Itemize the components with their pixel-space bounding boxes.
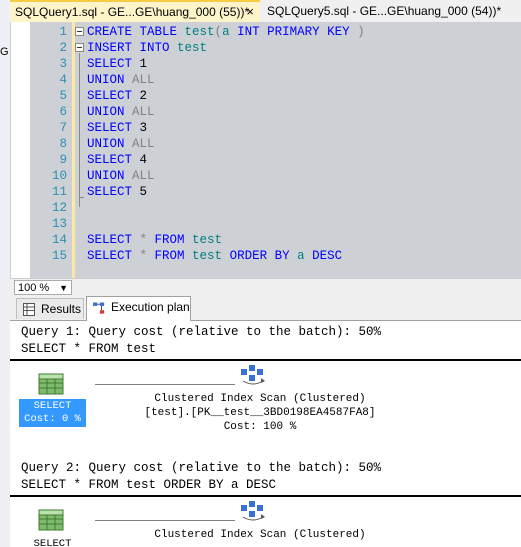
scan-title: Clustered Index Scan (Clustered) xyxy=(154,393,366,405)
code-line[interactable]: 7 SELECT 3 xyxy=(30,120,521,136)
select-node-cost: Cost: 0 % xyxy=(24,413,81,425)
code-text: SELECT * FROM test xyxy=(87,233,223,247)
select-node-label-2: SELECT xyxy=(33,538,72,547)
tab-results-label: Results xyxy=(41,302,82,316)
code-text: SELECT 1 xyxy=(87,57,148,71)
scan-object: [test].[PK__test__3BD0198EA4587FA8] xyxy=(144,407,376,419)
select-operator-icon[interactable] xyxy=(38,373,64,395)
fold-guide xyxy=(79,53,80,207)
zoom-value: 100 % xyxy=(18,282,50,294)
code-line[interactable]: 3 SELECT 1 xyxy=(30,56,521,72)
collapse-icon[interactable] xyxy=(75,43,84,52)
tab-plan-label: Execution plan xyxy=(111,300,190,314)
scan-cost: Cost: 100 % xyxy=(223,421,297,433)
query1-sql: SELECT * FROM test xyxy=(21,342,157,356)
close-icon[interactable]: × xyxy=(246,2,254,22)
line-number: 13 xyxy=(51,217,67,231)
line-number: 3 xyxy=(59,57,67,71)
code-line[interactable]: 9 SELECT 4 xyxy=(30,152,521,168)
query2-sql: SELECT * FROM test ORDER BY a DESC xyxy=(21,478,277,492)
line-number: 5 xyxy=(59,89,67,103)
zoom-select[interactable]: 100 % ▼ xyxy=(14,280,72,295)
code-text: SELECT * FROM test ORDER BY a DESC xyxy=(87,249,343,263)
collapse-icon[interactable] xyxy=(75,27,84,36)
code-text: INSERT INTO test xyxy=(87,41,208,55)
left-strip-text: G xyxy=(0,46,9,58)
document-tab-bar: SQLQuery1.sql - GE...GE\huang_000 (55))*… xyxy=(10,0,521,22)
code-line[interactable]: 12 xyxy=(30,200,521,216)
line-number: 14 xyxy=(51,233,67,247)
line-number: 8 xyxy=(59,137,67,151)
tab-results[interactable]: Results xyxy=(16,298,84,319)
select-node-label: SELECT xyxy=(33,400,72,412)
line-number: 7 xyxy=(59,121,67,135)
fold-guide-end xyxy=(79,197,84,198)
line-number: 10 xyxy=(51,169,67,183)
query2-divider xyxy=(10,495,521,497)
zoom-bar: 100 % ▼ xyxy=(10,278,521,296)
code-line[interactable]: 8 UNION ALL xyxy=(30,136,521,152)
code-text: SELECT 2 xyxy=(87,89,148,103)
tab-sqlquery5[interactable]: SQLQuery5.sql - GE...GE\huang_000 (54))* xyxy=(262,0,521,22)
query1-divider xyxy=(10,359,521,361)
line-number: 15 xyxy=(51,249,67,263)
code-text: SELECT 4 xyxy=(87,153,148,167)
scan-title-2: Clustered Index Scan (Clustered) xyxy=(154,529,366,541)
code-text: UNION ALL xyxy=(87,105,155,119)
line-number: 9 xyxy=(59,153,67,167)
plan-connector xyxy=(95,384,235,385)
code-line[interactable]: 2 INSERT INTO test xyxy=(30,40,521,56)
code-line[interactable]: 5 SELECT 2 xyxy=(30,88,521,104)
line-number: 12 xyxy=(51,201,67,215)
code-line[interactable]: 13 xyxy=(30,216,521,232)
execution-plan-icon xyxy=(93,302,105,314)
line-number: 4 xyxy=(59,73,67,87)
code-line[interactable]: 1 CREATE TABLE test(a INT PRIMARY KEY ) xyxy=(30,24,521,40)
query2-header: Query 2: Query cost (relative to the bat… xyxy=(21,461,382,475)
code-line[interactable]: 6 UNION ALL xyxy=(30,104,521,120)
code-line[interactable]: 10 UNION ALL xyxy=(30,168,521,184)
tab-label: SQLQuery5.sql - GE...GE\huang_000 (54))* xyxy=(267,4,502,18)
code-line[interactable]: 15 SELECT * FROM test ORDER BY a DESC xyxy=(30,248,521,264)
results-tab-strip: Results Execution plan xyxy=(10,295,521,321)
select-node-selected[interactable]: SELECT Cost: 0 % xyxy=(19,399,86,427)
code-line[interactable]: 4 UNION ALL xyxy=(30,72,521,88)
clustered-index-scan-icon[interactable] xyxy=(239,363,267,387)
select-operator-icon[interactable] xyxy=(38,509,64,531)
code-text: SELECT 5 xyxy=(87,185,148,199)
execution-plan-pane[interactable]: Query 1: Query cost (relative to the bat… xyxy=(10,321,521,547)
code-text: SELECT 3 xyxy=(87,121,148,135)
tab-sqlquery1[interactable]: SQLQuery1.sql - GE...GE\huang_000 (55))*… xyxy=(10,0,260,22)
line-number: 11 xyxy=(51,185,67,199)
code-text: CREATE TABLE test(a INT PRIMARY KEY ) xyxy=(87,25,365,39)
results-grid-icon xyxy=(23,303,35,316)
code-text: UNION ALL xyxy=(87,73,155,87)
clustered-index-scan-icon[interactable] xyxy=(239,499,267,523)
code-line[interactable]: 11 SELECT 5 xyxy=(30,184,521,200)
line-number: 2 xyxy=(59,41,67,55)
query1-header: Query 1: Query cost (relative to the bat… xyxy=(21,325,382,339)
code-line[interactable]: 14 SELECT * FROM test xyxy=(30,232,521,248)
code-text: UNION ALL xyxy=(87,137,155,151)
line-number: 6 xyxy=(59,105,67,119)
code-text: UNION ALL xyxy=(87,169,155,183)
tab-execution-plan[interactable]: Execution plan xyxy=(86,296,191,321)
dropdown-arrow-icon: ▼ xyxy=(59,283,68,293)
line-number: 1 xyxy=(59,25,67,39)
plan-connector xyxy=(95,520,235,521)
tab-label: SQLQuery1.sql - GE...GE\huang_000 (55))* xyxy=(15,5,250,19)
